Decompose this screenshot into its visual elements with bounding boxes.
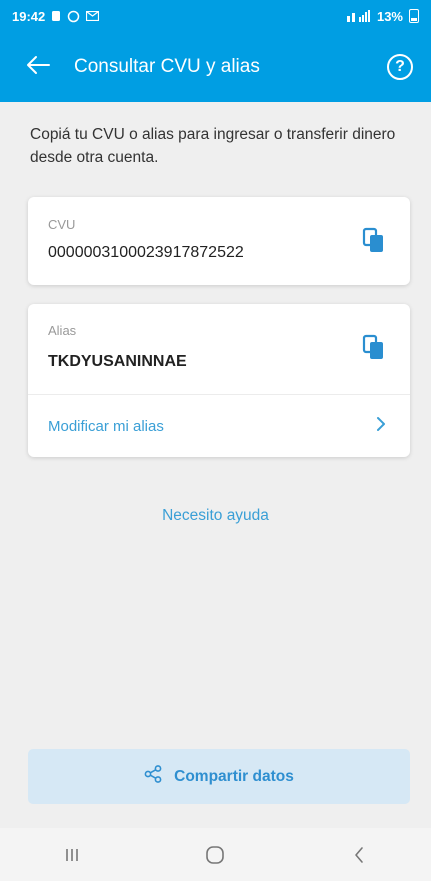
status-bar-right: 13% [346, 8, 419, 24]
intro-text: Copiá tu CVU o alias para ingresar o tra… [30, 126, 396, 166]
cvu-label: CVU [48, 217, 76, 232]
back-nav-button[interactable] [329, 835, 389, 875]
alias-card: Alias TKDYUSANINNAE Modificar mi alias [28, 304, 410, 457]
signal-icon [346, 10, 371, 22]
cvu-value: 0000003100023917872522 [48, 244, 244, 261]
copy-cvu-button[interactable] [362, 227, 386, 255]
alias-label: Alias [48, 323, 77, 338]
app-bar: Consultar CVU y alias ? [0, 32, 431, 102]
question-circle-icon: ? [395, 58, 405, 75]
modify-alias-button[interactable]: Modificar mi alias [28, 395, 410, 457]
status-bar-left: 19:42 [12, 8, 100, 24]
alias-value: TKDYUSANINNAE [48, 353, 187, 370]
recent-apps-icon [66, 848, 78, 861]
chevron-right-icon [376, 416, 386, 437]
home-button[interactable] [185, 835, 245, 875]
recent-apps-button[interactable] [42, 835, 102, 875]
battery-percentage: 13% [376, 8, 403, 24]
copy-icon [362, 334, 383, 359]
share-data-button[interactable]: Compartir datos [28, 749, 410, 804]
share-data-label: Compartir datos [174, 767, 294, 785]
cvu-card: CVU 0000003100023917872522 [28, 197, 410, 285]
help-button[interactable]: ? [387, 54, 413, 80]
page-title: Consultar CVU y alias [74, 56, 260, 77]
modify-alias-label: Modificar mi alias [48, 417, 164, 435]
copy-icon [362, 227, 383, 252]
home-icon [206, 845, 225, 864]
need-help-link[interactable]: Necesito ayuda [0, 507, 431, 525]
copy-alias-button[interactable] [362, 334, 386, 362]
arrow-left-icon [26, 55, 50, 80]
battery-icon [409, 9, 419, 23]
system-nav-bar [0, 828, 431, 881]
chevron-left-icon [355, 846, 363, 863]
status-bar: 19:42 13% [0, 0, 431, 32]
whatsapp-icon [67, 10, 80, 23]
status-time: 19:42 [12, 8, 46, 24]
share-icon [144, 765, 162, 788]
notification-icon [51, 10, 61, 22]
back-button[interactable] [20, 49, 56, 85]
mail-icon [86, 11, 100, 21]
